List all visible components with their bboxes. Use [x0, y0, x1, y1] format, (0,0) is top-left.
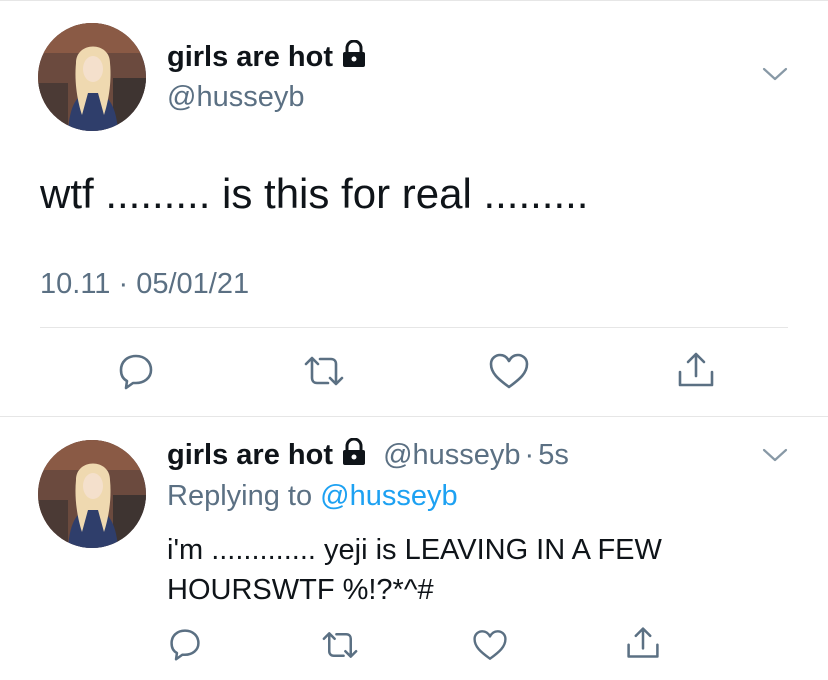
like-icon: [489, 353, 529, 389]
display-name-text: girls are hot: [167, 41, 333, 73]
like-icon: [473, 630, 507, 660]
handle[interactable]: @husseyb: [167, 81, 304, 114]
divider: [0, 416, 828, 417]
retweet-button[interactable]: [302, 352, 346, 395]
share-button[interactable]: [676, 350, 716, 395]
like-button[interactable]: [488, 352, 530, 395]
lock-icon: [341, 39, 367, 76]
relative-time[interactable]: 5s: [538, 439, 569, 471]
like-button[interactable]: [472, 628, 508, 667]
replying-to: Replying to @husseyb: [167, 480, 458, 513]
retweet-icon: [322, 632, 358, 658]
share-button[interactable]: [625, 625, 661, 666]
separator: ·: [524, 439, 535, 471]
handle[interactable]: @husseyb: [383, 439, 520, 471]
reply-icon: [119, 354, 153, 390]
display-name[interactable]: girls are hot: [167, 39, 367, 76]
timestamp[interactable]: 10.11 · 05/01/21: [40, 268, 249, 301]
display-name[interactable]: girls are hot: [167, 439, 333, 471]
replying-to-label: Replying to: [167, 480, 313, 512]
reply-header: girls are hot @husseyb · 5s: [167, 437, 569, 474]
retweet-button[interactable]: [320, 628, 360, 667]
share-icon: [627, 627, 659, 658]
reply-button[interactable]: [117, 352, 155, 395]
chevron-down-icon[interactable]: [762, 66, 788, 87]
share-icon: [678, 352, 714, 387]
replying-to-handle-link[interactable]: @husseyb: [320, 480, 457, 512]
reply-text: i'm ............. yeji is LEAVING IN A F…: [167, 534, 662, 606]
top-border: [0, 0, 828, 1]
avatar[interactable]: [38, 23, 146, 131]
avatar[interactable]: [38, 440, 146, 548]
chevron-down-icon[interactable]: [762, 447, 788, 468]
divider: [40, 327, 788, 328]
reply-icon: [170, 629, 200, 661]
reply-button[interactable]: [168, 627, 202, 666]
retweet-icon: [304, 356, 344, 386]
tweet-text: wtf ......... is this for real .........: [40, 170, 589, 217]
lock-icon: [341, 437, 367, 474]
